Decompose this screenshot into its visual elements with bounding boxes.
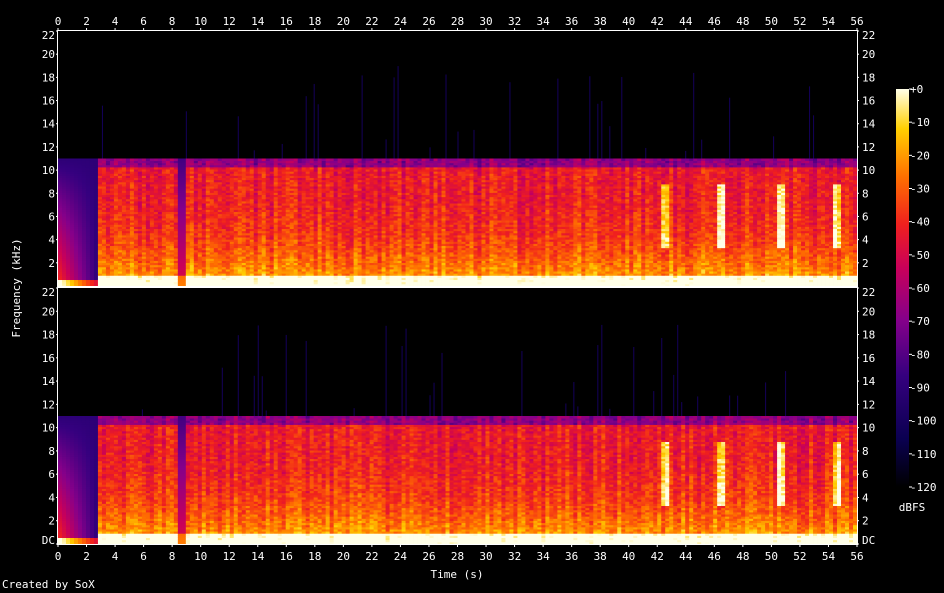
spectrogram-cell (74, 159, 78, 162)
spectrogram-cell (78, 159, 82, 162)
spectrogram-cell (202, 159, 206, 162)
spectrogram-cell (194, 159, 198, 162)
spectrogram-cell (178, 159, 182, 162)
spectrogram-cell (110, 159, 114, 162)
spectrogram-cell (198, 159, 202, 162)
spectrogram-cell (182, 159, 186, 162)
spectrogram-cell (62, 159, 66, 162)
spectrogram-cell (90, 159, 94, 162)
spectrogram-cell (98, 159, 102, 162)
spectrogram-cell (262, 159, 266, 162)
transient-spike (362, 75, 363, 158)
spectrogram-cell (138, 159, 142, 162)
spectrogram-cell (106, 159, 110, 162)
spectrogram-cell (362, 159, 366, 162)
spectrogram-cell (286, 159, 290, 162)
spectrogram-cell (162, 159, 166, 162)
spectrogram-cell (310, 159, 314, 162)
spectrogram-cell (306, 159, 310, 162)
spectrogram-cell (186, 159, 190, 162)
spectrogram-cell (374, 159, 378, 162)
spectrogram-cell (66, 159, 70, 162)
spectrogram-cell (330, 159, 334, 162)
spectrogram-cell (294, 159, 298, 162)
spectrogram-cell (318, 159, 322, 162)
spectrogram-cell (338, 159, 342, 162)
spectrogram-cell (130, 159, 134, 162)
spectrogram-cell (282, 159, 286, 162)
spectrogram-cell (166, 159, 170, 162)
spectrogram-cell (170, 159, 174, 162)
spectrogram-cell (334, 159, 338, 162)
spectrogram-cell (230, 159, 234, 162)
transient-spike (318, 104, 319, 158)
spectrogram-cell (290, 159, 294, 162)
spectrogram-cell (218, 159, 222, 162)
spectrogram-cell (114, 159, 118, 162)
spectrogram-cell (346, 159, 350, 162)
spectrogram-chart: 0 2 4 6 8 10 12 14 16 18 20 22 24 26 28 30 32 34 36 38 40 42 4… (0, 0, 944, 593)
transient-spike (238, 116, 239, 158)
spectrogram-cell (386, 159, 390, 162)
spectrogram-cell (302, 159, 306, 162)
spectrogram-cell (270, 159, 274, 162)
spectrogram-cell (174, 159, 178, 162)
spectrogram-cell (274, 159, 278, 162)
transient-spike (306, 96, 307, 158)
transient-spike (282, 144, 283, 159)
transient-spike (314, 84, 315, 159)
spectrogram-cell (242, 159, 246, 162)
spectrogram-cell (206, 159, 210, 162)
transient-spike (386, 139, 387, 158)
spectrogram-cell (298, 159, 302, 162)
spectrogram-cell (102, 159, 106, 162)
transient-spike (254, 150, 255, 158)
spectrogram-cell (314, 159, 318, 162)
spectrogram-cell (86, 159, 90, 162)
transient-spike (102, 106, 103, 159)
spectrogram-cell (154, 159, 158, 162)
spectrogram-cell (250, 159, 254, 162)
spectrogram-cell (238, 159, 242, 162)
spectrogram-cell (366, 159, 370, 162)
spectrogram-cell (158, 159, 162, 162)
spectrogram-cell (342, 159, 346, 162)
spectrogram-cell (210, 159, 214, 162)
spectrogram-cell (258, 159, 262, 162)
spectrogram-cell (214, 159, 218, 162)
spectrogram-cell (142, 159, 146, 162)
spectrogram-cell (150, 159, 154, 162)
spectrogram-cell (278, 159, 282, 162)
spectrogram-cell (126, 159, 130, 162)
spectrogram-cell (246, 159, 250, 162)
spectrogram-cell (58, 159, 62, 162)
spectrogram-cell (226, 159, 230, 162)
spectrogram-cell (322, 159, 326, 162)
spectrogram-cell (134, 159, 138, 162)
spectrogram-cell (122, 159, 126, 162)
spectrogram-cell (94, 159, 98, 162)
transient-spike (186, 111, 187, 158)
spectrogram-cell (378, 159, 382, 162)
spectrogram-cell (382, 159, 386, 162)
spectrogram-cell (354, 159, 358, 162)
spectrogram-cell (118, 159, 122, 162)
spectrogram-cell (254, 159, 258, 162)
spectrogram-cell (222, 159, 226, 162)
spectrogram-cell (190, 159, 194, 162)
spectrogram-cell (350, 159, 354, 162)
spectrogram-cell (234, 159, 238, 162)
spectrogram-cell (370, 159, 374, 162)
channel-1-spectrogram (58, 31, 857, 286)
spectrogram-cell (358, 159, 362, 162)
spectrogram-cell (70, 159, 74, 162)
spectrogram-cell (146, 159, 150, 162)
spectrogram-cell (266, 159, 270, 162)
spectrogram-cell (82, 159, 86, 162)
spectrogram-cell (326, 159, 330, 162)
